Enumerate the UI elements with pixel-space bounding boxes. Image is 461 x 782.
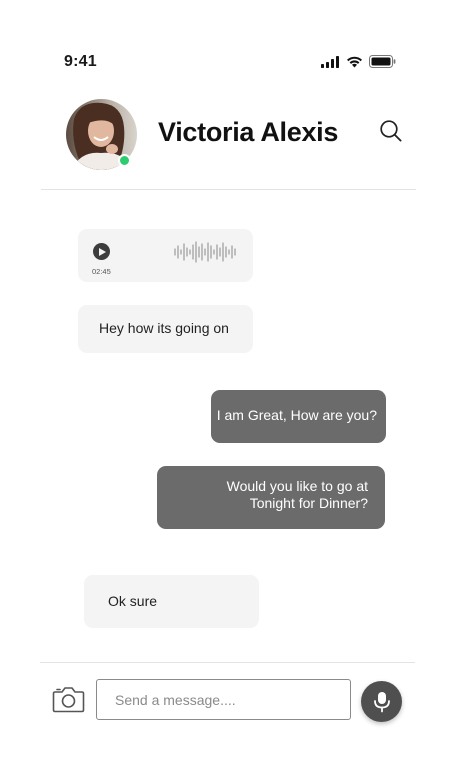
search-button[interactable] xyxy=(378,118,404,144)
microphone-icon xyxy=(373,691,390,712)
waveform-icon[interactable] xyxy=(174,241,236,263)
composer-divider xyxy=(40,662,415,663)
header-divider xyxy=(41,189,416,190)
message-bubble-outgoing: Would you like to go at Tonight for Dinn… xyxy=(157,466,385,529)
search-icon xyxy=(380,120,402,142)
camera-button[interactable] xyxy=(52,685,85,713)
camera-icon xyxy=(52,687,85,713)
status-time: 9:41 xyxy=(64,53,97,70)
message-line: Would you like to go at xyxy=(226,478,368,494)
message-line: Tonight for Dinner? xyxy=(249,495,368,511)
message-bubble-incoming: Hey how its going on xyxy=(78,305,253,353)
status-icons xyxy=(321,55,396,68)
signal-icon xyxy=(321,55,339,68)
microphone-button[interactable] xyxy=(361,681,402,722)
contact-name[interactable]: Victoria Alexis xyxy=(158,117,338,148)
battery-icon xyxy=(369,55,396,68)
message-bubble-incoming: Ok sure xyxy=(84,575,259,628)
voice-message-bubble: 02:45 xyxy=(78,229,253,282)
voice-duration: 02:45 xyxy=(92,267,111,276)
online-status-indicator xyxy=(118,154,131,167)
message-bubble-outgoing: I am Great, How are you? xyxy=(211,390,386,443)
play-icon[interactable] xyxy=(93,243,110,260)
wifi-icon xyxy=(347,56,362,67)
message-input[interactable] xyxy=(96,679,351,720)
